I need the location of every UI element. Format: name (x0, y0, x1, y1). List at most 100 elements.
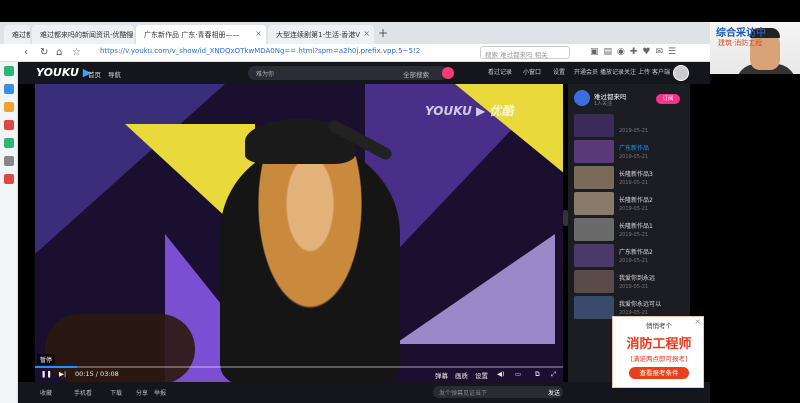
video-thumbnail (574, 192, 614, 215)
rail-app-icon[interactable] (4, 138, 14, 148)
bookmark-icon[interactable]: ☆ (72, 47, 81, 58)
channel-followers: 1人关注 (594, 101, 613, 107)
video-date: 2019-05-21 (619, 284, 649, 290)
playlist-item[interactable]: 2019-05-21 (574, 114, 688, 138)
quality-button[interactable]: 画质 (455, 370, 468, 380)
ad-cta-button[interactable]: 查看报考条件 (629, 367, 689, 379)
url-field[interactable]: https://v.youku.com/v_show/id_XNDQxOTkwM… (100, 47, 420, 59)
settings-button[interactable]: 设置 (553, 67, 565, 76)
webcam-overlay: 综合采访中 建筑·消防工程 (710, 22, 800, 74)
send-danmu-button[interactable]: 发送 (548, 388, 560, 397)
browser-tab[interactable]: 难过都来吗的新闻资讯-优酷搜索 × (32, 25, 134, 44)
screen-frame: ‹ 综合采访中 建筑·消防工程 难过都来吗 难过都来吗的新闻资讯-优酷搜索× 广… (0, 0, 800, 403)
vip-button[interactable]: 开通会员 (574, 67, 598, 76)
ad-top-text: 悄悄考个 (646, 322, 672, 330)
webcam-title: 综合采访中 (716, 28, 766, 39)
progress-bar[interactable] (35, 366, 563, 368)
mobile-watch-button[interactable]: 手机看 (74, 388, 92, 397)
browser-tab[interactable]: 大型连续剧第1-生活·香港V × (268, 25, 374, 44)
rail-app-icon[interactable] (4, 156, 14, 166)
video-title: 我爱你永远可以 (619, 301, 662, 308)
video-date: 2019-05-21 (619, 180, 649, 186)
channel-avatar[interactable] (574, 90, 590, 106)
toolbar-icons[interactable]: ▣▤◉✚♥✉☰ (590, 47, 681, 57)
follow-button[interactable]: 关注 (624, 67, 636, 76)
playlist-item[interactable]: 长隆新作品1 2019-05-21 (574, 218, 688, 242)
new-tab-button[interactable]: + (378, 26, 388, 40)
search-all-label[interactable]: 全部搜索 (403, 69, 429, 79)
upload-button[interactable]: 上传 (638, 67, 650, 76)
video-date: 2019-05-21 (619, 154, 649, 160)
history-button[interactable]: 看过记录 (488, 67, 512, 76)
close-icon[interactable]: × (123, 29, 130, 38)
video-title: 我爱你到永远 (619, 275, 656, 282)
playlist-item[interactable]: 广东新作品2 2019-05-21 (574, 244, 688, 268)
close-icon[interactable]: × (363, 29, 370, 38)
danmu-input[interactable]: 发个弹幕见证当下 (433, 386, 563, 398)
user-avatar[interactable] (673, 65, 689, 81)
player-control-bar: ❚❚ ▶| 00:15 / 03:08 弹幕 画质 设置 ◀) ▭ ⧉ ⤢ (35, 366, 563, 382)
progress-fill (35, 366, 78, 368)
ad-headline: 消防工程师 (626, 337, 692, 352)
video-thumbnail (574, 296, 614, 319)
download-button[interactable]: 下载 (110, 388, 122, 397)
rail-app-icon[interactable] (4, 102, 14, 112)
danmu-toggle[interactable]: 弹幕 (435, 370, 448, 380)
rail-app-icon[interactable] (4, 84, 14, 94)
video-thumbnail (574, 244, 614, 267)
video-title: 长隆新作品1 (619, 223, 653, 230)
logo-text: YOUKU (36, 66, 79, 79)
ad-banner[interactable]: × 悄悄考个 消防工程师 [满足两点即可报考] 查看报考条件 (612, 316, 704, 388)
home-icon[interactable]: ⌂ (56, 47, 62, 58)
left-sidebar-rail (0, 62, 18, 403)
playlist-item[interactable]: 长隆新作品2 2019-05-21 (574, 192, 688, 216)
tab-label: 难过都来吗的新闻资讯-优酷搜索 (40, 31, 134, 39)
video-title: 长隆新作品2 (619, 197, 653, 204)
browser-tab-bar: 难过都来吗 难过都来吗的新闻资讯-优酷搜索× 广东新作品 广东·青春相册——× … (0, 22, 710, 44)
share-button[interactable]: 分享 (136, 388, 148, 397)
favorite-button[interactable]: 收藏 (40, 388, 52, 397)
browser-tab[interactable]: 难过都来吗 (4, 25, 30, 44)
fullscreen-icon[interactable]: ⤢ (551, 370, 556, 379)
webcam-subtitle: 建筑·消防工程 (718, 39, 763, 47)
client-button[interactable]: 客户端 (652, 67, 670, 76)
browser-tab-active[interactable]: 广东新作品 广东·青春相册—— × (136, 25, 266, 44)
video-action-bar: 收藏 手机看 下载 分享 举报 发个弹幕见证当下 发送 (18, 382, 710, 403)
mini-window-button[interactable]: 小窗口 (523, 67, 541, 76)
time-display: 00:15 / 03:08 (75, 370, 119, 378)
youku-logo[interactable]: YOUKU ▶ (36, 66, 91, 79)
search-icon[interactable] (442, 67, 454, 79)
playlist-item-active[interactable]: 广东新作品 2019-05-21 (574, 140, 688, 164)
mini-player-icon[interactable]: ▭ (515, 370, 521, 378)
pip-icon[interactable]: ⧉ (535, 370, 540, 379)
video-date: 2019-05-21 (619, 128, 649, 134)
video-player[interactable]: YOUKU ▶ 优酷 (35, 84, 563, 382)
volume-icon[interactable]: ◀) (497, 370, 505, 378)
refresh-icon[interactable]: ↻ (40, 47, 48, 58)
player-settings-button[interactable]: 设置 (475, 370, 488, 380)
rail-app-icon[interactable] (4, 174, 14, 184)
tab-label: 大型连续剧第1-生活·香港V (276, 31, 360, 39)
rail-app-icon[interactable] (4, 66, 14, 76)
address-bar-row: ‹ ↻ ⌂ ☆ https://v.youku.com/v_show/id_XN… (0, 44, 710, 62)
rail-app-icon[interactable] (4, 120, 14, 130)
subscribe-button[interactable]: 订阅 (656, 94, 680, 104)
video-thumbnail (574, 270, 614, 293)
video-thumbnail (574, 166, 614, 189)
next-icon[interactable]: ▶| (59, 370, 66, 378)
playlist-item[interactable]: 我爱你到永远 2019-05-21 (574, 270, 688, 294)
close-icon[interactable]: × (255, 29, 262, 38)
video-title: 长隆新作品3 (619, 171, 653, 178)
playlist-item[interactable]: 长隆新作品3 2019-05-21 (574, 166, 688, 190)
video-thumbnail (574, 140, 614, 163)
play-history-button[interactable]: 播放记录 (600, 67, 624, 76)
video-title: 广东新作品2 (619, 249, 653, 256)
browser-search-input[interactable]: 搜索 难过都来吗 相关 (480, 46, 570, 59)
report-button[interactable]: 举报 (154, 388, 166, 397)
back-nav-icon[interactable]: ‹ (24, 47, 28, 58)
nav-menu[interactable]: 导航 (108, 69, 121, 79)
video-date: 2019-05-21 (619, 258, 649, 264)
play-pause-icon[interactable]: ❚❚ (41, 370, 52, 378)
video-date: 2019-05-21 (619, 206, 649, 212)
nav-home[interactable]: 首页 (88, 69, 101, 79)
